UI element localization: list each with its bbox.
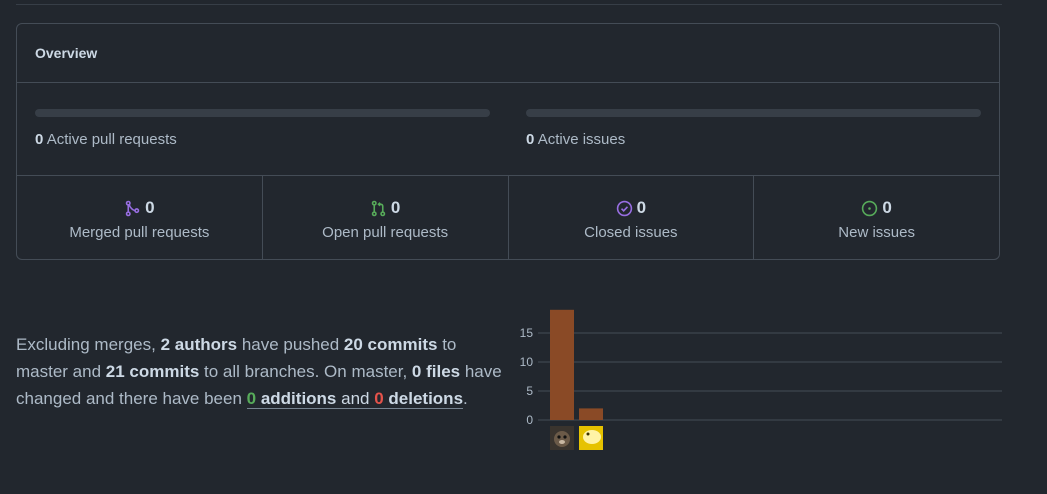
additions-count: 0 — [246, 389, 257, 408]
additions-deletions-link[interactable]: 0 additions and 0 deletions — [246, 389, 464, 409]
active-issues-progress-bar — [526, 109, 981, 117]
summary-end: . — [463, 389, 468, 408]
issue-closed-icon — [616, 200, 632, 216]
overview-title: Overview — [17, 24, 999, 83]
commit-bar[interactable] — [579, 408, 603, 420]
stat-merged-prs[interactable]: 0 Merged pull requests — [17, 176, 263, 260]
active-issues-label: Active issues — [537, 131, 626, 148]
stat-merged-prs-value: 0 — [145, 198, 155, 217]
overview-panel: Overview 0 Active pull requests 0 Active… — [16, 23, 1000, 260]
contributors-chart: 0 5 10 15 — [520, 309, 1002, 450]
active-progress-row: 0 Active pull requests 0 Active issues — [17, 83, 999, 176]
top-divider — [16, 4, 1002, 5]
active-prs-label: Active pull requests — [46, 131, 177, 148]
y-tick-label: 10 — [520, 355, 534, 369]
stat-open-prs-value: 0 — [390, 198, 401, 217]
stat-closed-issues-value: 0 — [636, 198, 647, 217]
contributor-avatar[interactable] — [550, 426, 574, 450]
active-issues-section[interactable]: 0 Active issues — [508, 83, 999, 175]
stat-new-issues[interactable]: 0 New issues — [754, 176, 999, 260]
stat-closed-issues-label: Closed issues — [584, 224, 678, 241]
summary-text-4: to all branches. On master, — [199, 362, 412, 381]
additions-label: additions — [256, 389, 337, 408]
stat-new-issues-label: New issues — [838, 224, 915, 241]
y-tick-label: 0 — [526, 413, 533, 427]
authors-count: 2 authors — [160, 335, 238, 354]
active-issues-text: 0 Active issues — [526, 131, 981, 148]
y-tick-label: 15 — [520, 326, 534, 340]
and-text: and — [336, 389, 375, 408]
stats-row: 0 Merged pull requests 0 Open pull reque… — [17, 176, 999, 260]
files-changed-count: 0 files — [411, 362, 461, 381]
git-pull-request-icon — [371, 200, 386, 216]
issue-opened-icon — [862, 200, 878, 216]
stat-closed-issues[interactable]: 0 Closed issues — [509, 176, 755, 260]
stat-merged-prs-label: Merged pull requests — [69, 224, 210, 241]
active-prs-section[interactable]: 0 Active pull requests — [17, 83, 508, 175]
stat-open-prs[interactable]: 0 Open pull requests — [263, 176, 509, 260]
contributor-avatar[interactable] — [579, 426, 603, 450]
git-merge-icon — [125, 200, 140, 216]
active-issues-count: 0 — [526, 131, 535, 148]
deletions-count: 0 — [374, 389, 384, 408]
stat-new-issues-value: 0 — [882, 198, 892, 217]
summary-text-1: Excluding merges, — [16, 335, 161, 354]
deletions-label: deletions — [383, 389, 464, 408]
commit-summary: Excluding merges, 2 authors have pushed … — [16, 331, 511, 412]
stat-open-prs-label: Open pull requests — [322, 224, 449, 241]
commit-bar[interactable] — [550, 309, 574, 420]
active-prs-count: 0 — [35, 131, 44, 148]
commits-master-count: 20 commits — [343, 335, 438, 354]
active-prs-text: 0 Active pull requests — [35, 131, 490, 148]
active-prs-progress-bar — [35, 109, 490, 117]
y-tick-label: 5 — [526, 384, 533, 398]
summary-text-2: have pushed — [237, 335, 344, 354]
commits-all-count: 21 commits — [105, 362, 200, 381]
